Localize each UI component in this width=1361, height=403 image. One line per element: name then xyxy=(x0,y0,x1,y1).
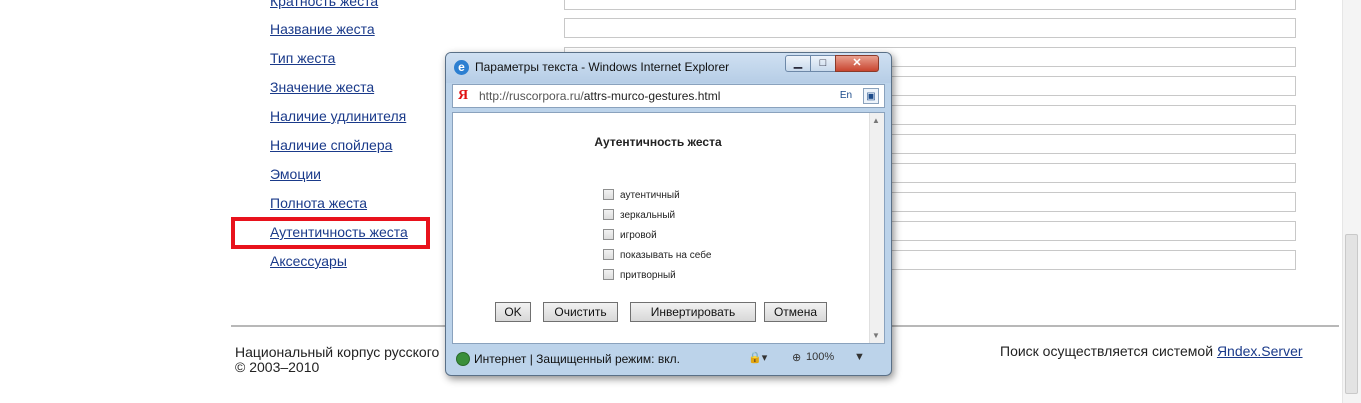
minimize-button[interactable]: ▁ xyxy=(785,55,811,72)
yandex-icon: Я xyxy=(458,88,469,103)
clear-button[interactable]: Очистить xyxy=(543,302,618,322)
checkbox[interactable] xyxy=(603,189,614,200)
link-spoiler[interactable]: Наличие спойлера xyxy=(270,137,392,153)
close-button[interactable]: ✕ xyxy=(835,55,879,72)
page-scrollbar-thumb[interactable] xyxy=(1345,234,1358,394)
highlight-box xyxy=(231,217,430,249)
link-polnota[interactable]: Полнота жеста xyxy=(270,195,367,211)
checkbox[interactable] xyxy=(603,249,614,260)
link-nazvanie[interactable]: Название жеста xyxy=(270,21,375,37)
link-udlinitel[interactable]: Наличие удлинителя xyxy=(270,108,406,124)
link-kratnost[interactable]: Кратность жеста xyxy=(270,0,378,9)
maximize-button[interactable]: □ xyxy=(810,55,836,72)
option-label: зеркальный xyxy=(620,210,676,221)
option-label: притворный xyxy=(620,270,676,281)
popup-scrollbar[interactable]: ▲ ▼ xyxy=(869,113,884,343)
footer-copyright-line1: Национальный корпус русского xyxy=(235,344,440,360)
link-znachenie[interactable]: Значение жеста xyxy=(270,79,374,95)
compatibility-view-icon[interactable]: ▣ xyxy=(863,88,879,104)
security-lock-icon[interactable]: 🔒▾ xyxy=(748,351,767,364)
link-emotsii[interactable]: Эмоции xyxy=(270,166,321,182)
status-zone-text: Интернет | Защищенный режим: вкл. xyxy=(474,352,680,366)
link-tip[interactable]: Тип жеста xyxy=(270,50,335,66)
option-label: игровой xyxy=(620,230,657,241)
option-label: аутентичный xyxy=(620,190,680,201)
translate-icon[interactable]: En xyxy=(838,88,854,104)
globe-icon xyxy=(456,352,470,366)
nazvanie-field[interactable] xyxy=(564,18,1296,38)
ok-button[interactable]: OK xyxy=(495,302,531,322)
dialog-title: Аутентичность жеста xyxy=(594,135,722,149)
popup-titlebar[interactable]: e Параметры текста - Windows Internet Ex… xyxy=(446,53,891,83)
kratnost-field[interactable] xyxy=(564,0,1296,10)
yandex-server-link[interactable]: Яndex.Server xyxy=(1217,343,1303,359)
footer-search-credit: Поиск осуществляется системой Яndex.Serv… xyxy=(1000,343,1303,359)
popup-title: Параметры текста - Windows Internet Expl… xyxy=(475,60,730,74)
status-bar: Интернет | Защищенный режим: вкл. 🔒▾ ⊕ 1… xyxy=(452,347,885,371)
scroll-down-arrow-icon[interactable]: ▼ xyxy=(872,331,880,340)
popup-window: e Параметры текста - Windows Internet Ex… xyxy=(445,52,892,376)
url-host: http://ruscorpora.ru/ xyxy=(479,89,584,103)
zoom-dropdown-icon[interactable]: ▼ xyxy=(854,351,865,363)
footer-copyright-line2: © 2003–2010 xyxy=(235,359,320,375)
zoom-icon[interactable]: ⊕ xyxy=(792,351,801,364)
checkbox[interactable] xyxy=(603,229,614,240)
zoom-level[interactable]: 100% xyxy=(806,351,834,363)
checkbox[interactable] xyxy=(603,269,614,280)
page: Кратность жеста Название жеста Тип жеста… xyxy=(0,0,1361,403)
popup-content: Аутентичность жеста аутентичный зеркальн… xyxy=(452,112,885,344)
ie-icon: e xyxy=(454,60,469,75)
cancel-button[interactable]: Отмена xyxy=(764,302,827,322)
address-url[interactable]: http://ruscorpora.ru/attrs-murco-gesture… xyxy=(479,89,720,103)
link-aksessuary[interactable]: Аксессуары xyxy=(270,253,347,269)
option-label: показывать на себе xyxy=(620,250,712,261)
url-path: attrs-murco-gestures.html xyxy=(583,89,721,103)
scroll-up-arrow-icon[interactable]: ▲ xyxy=(872,116,880,125)
footer-search-text: Поиск осуществляется системой xyxy=(1000,343,1217,359)
checkbox[interactable] xyxy=(603,209,614,220)
address-bar[interactable]: Я http://ruscorpora.ru/attrs-murco-gestu… xyxy=(452,84,885,108)
invert-button[interactable]: Инвертировать xyxy=(630,302,756,322)
